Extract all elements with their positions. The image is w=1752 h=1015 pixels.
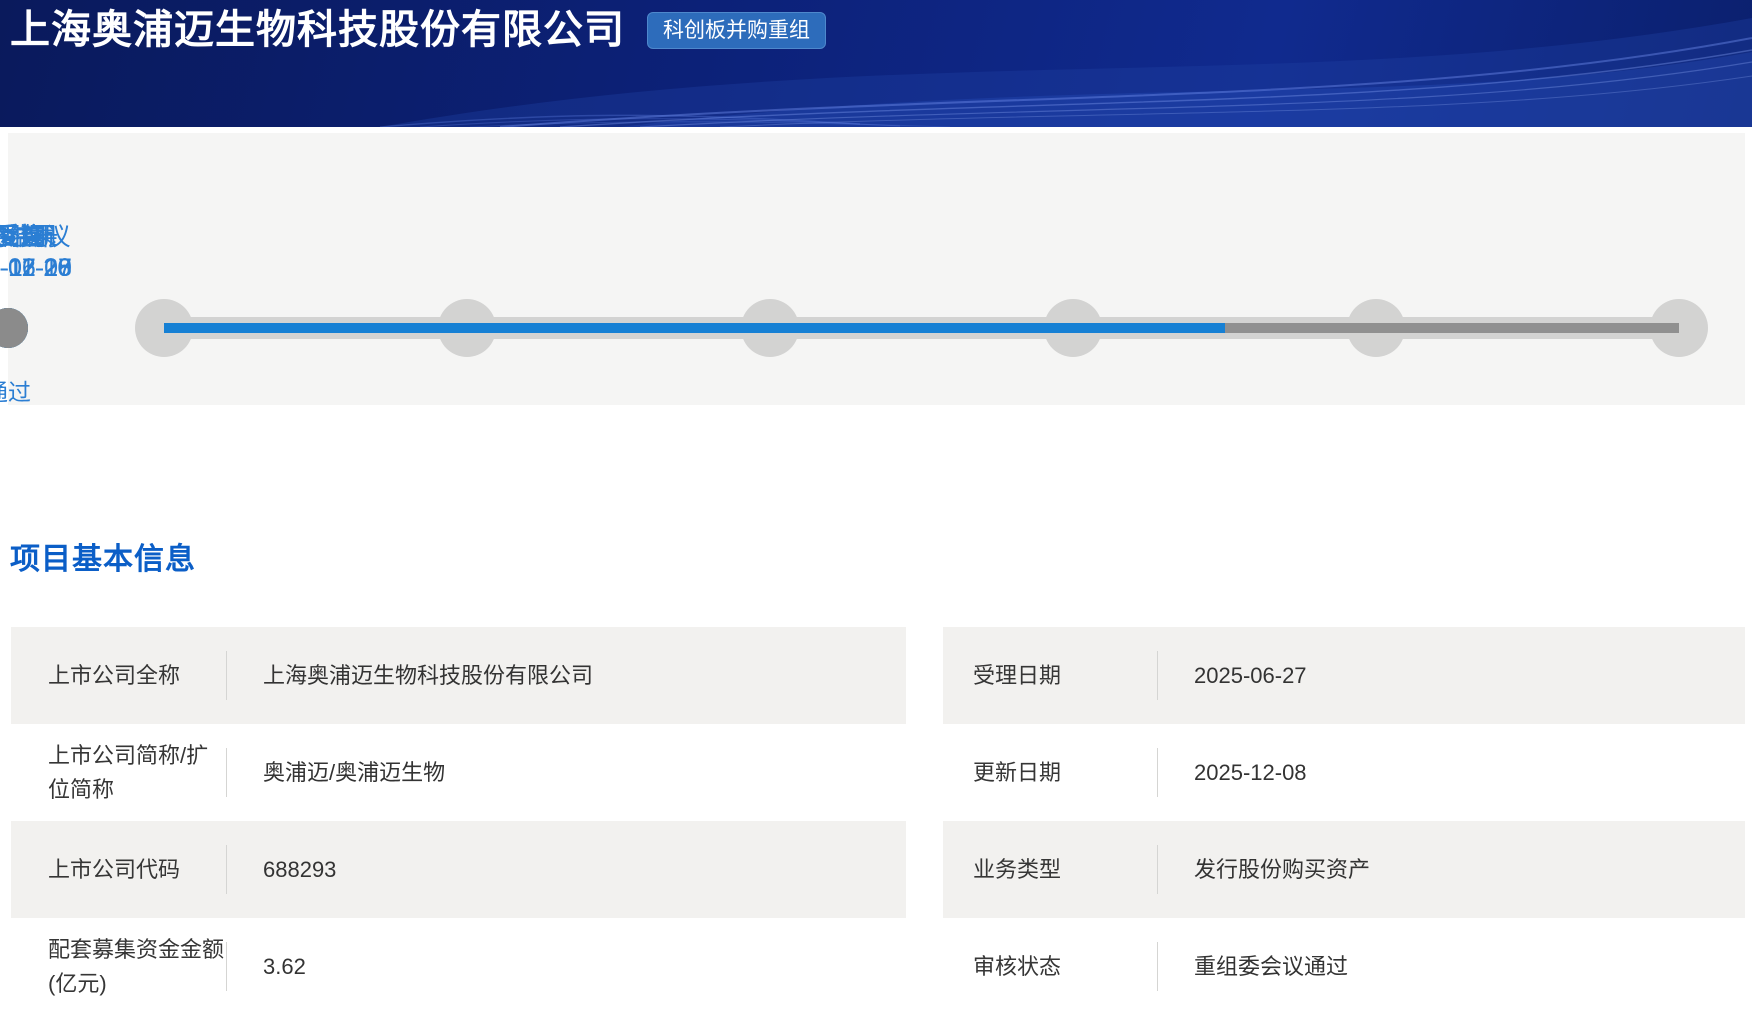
table-row: 上市公司简称/扩位简称 奥浦迈/奥浦迈生物 <box>11 724 906 821</box>
row-value: 688293 <box>263 855 336 885</box>
page-header: 上海奥浦迈生物科技股份有限公司 科创板并购重组 <box>0 0 1752 127</box>
row-label: 上市公司简称/扩位简称 <box>48 739 226 807</box>
table-row: 上市公司全称 上海奥浦迈生物科技股份有限公司 <box>11 627 906 724</box>
row-label: 上市公司代码 <box>48 853 226 887</box>
row-value: 2025-06-27 <box>1194 661 1307 691</box>
table-row: 审核状态 重组委会议通过 <box>943 918 1745 1015</box>
cell-divider <box>226 942 227 991</box>
section-title-basic-info: 项目基本信息 <box>10 534 196 578</box>
table-row: 业务类型 发行股份购买资产 <box>943 821 1745 918</box>
basic-info-table-right: 受理日期 2025-06-27 更新日期 2025-12-08 业务类型 发行股… <box>943 627 1745 1015</box>
step-name: 注册结果 <box>0 217 58 253</box>
row-label: 上市公司全称 <box>48 659 226 693</box>
step-date: 2025-12-08 <box>0 254 72 283</box>
row-value: 2025-12-08 <box>1194 758 1307 788</box>
row-value: 发行股份购买资产 <box>1194 855 1370 885</box>
step-node-dot <box>0 308 28 348</box>
cell-divider <box>1157 942 1158 991</box>
row-label: 业务类型 <box>973 853 1157 887</box>
company-title: 上海奥浦迈生物科技股份有限公司 <box>10 6 625 54</box>
row-value: 重组委会议通过 <box>1194 952 1348 982</box>
cell-divider <box>226 845 227 894</box>
progress-line-pending <box>1225 323 1679 333</box>
table-row: 配套募集资金金额(亿元) 3.62 <box>11 918 906 1015</box>
cell-divider <box>226 748 227 797</box>
cell-divider <box>1157 651 1158 700</box>
board-type-badge: 科创板并购重组 <box>647 12 826 49</box>
basic-info-table-left: 上市公司全称 上海奥浦迈生物科技股份有限公司 上市公司简称/扩位简称 奥浦迈/奥… <box>11 627 906 1015</box>
table-row: 更新日期 2025-12-08 <box>943 724 1745 821</box>
row-value: 奥浦迈/奥浦迈生物 <box>263 758 445 788</box>
audit-progress-timeline: 已受理 2025-06-27 已问询 2025-07-10 已回复 2025-1… <box>8 133 1745 405</box>
cell-divider <box>226 651 227 700</box>
progress-line-completed <box>164 323 1225 333</box>
row-label: 配套募集资金金额(亿元) <box>48 933 226 1001</box>
row-value: 3.62 <box>263 952 306 982</box>
row-value: 上海奥浦迈生物科技股份有限公司 <box>263 661 593 691</box>
step-result-note: 通过 <box>0 373 31 407</box>
table-row: 受理日期 2025-06-27 <box>943 627 1745 724</box>
table-row: 上市公司代码 688293 <box>11 821 906 918</box>
cell-divider <box>1157 845 1158 894</box>
cell-divider <box>1157 748 1158 797</box>
row-label: 审核状态 <box>973 950 1157 984</box>
row-label: 更新日期 <box>973 756 1157 790</box>
row-label: 受理日期 <box>973 659 1157 693</box>
